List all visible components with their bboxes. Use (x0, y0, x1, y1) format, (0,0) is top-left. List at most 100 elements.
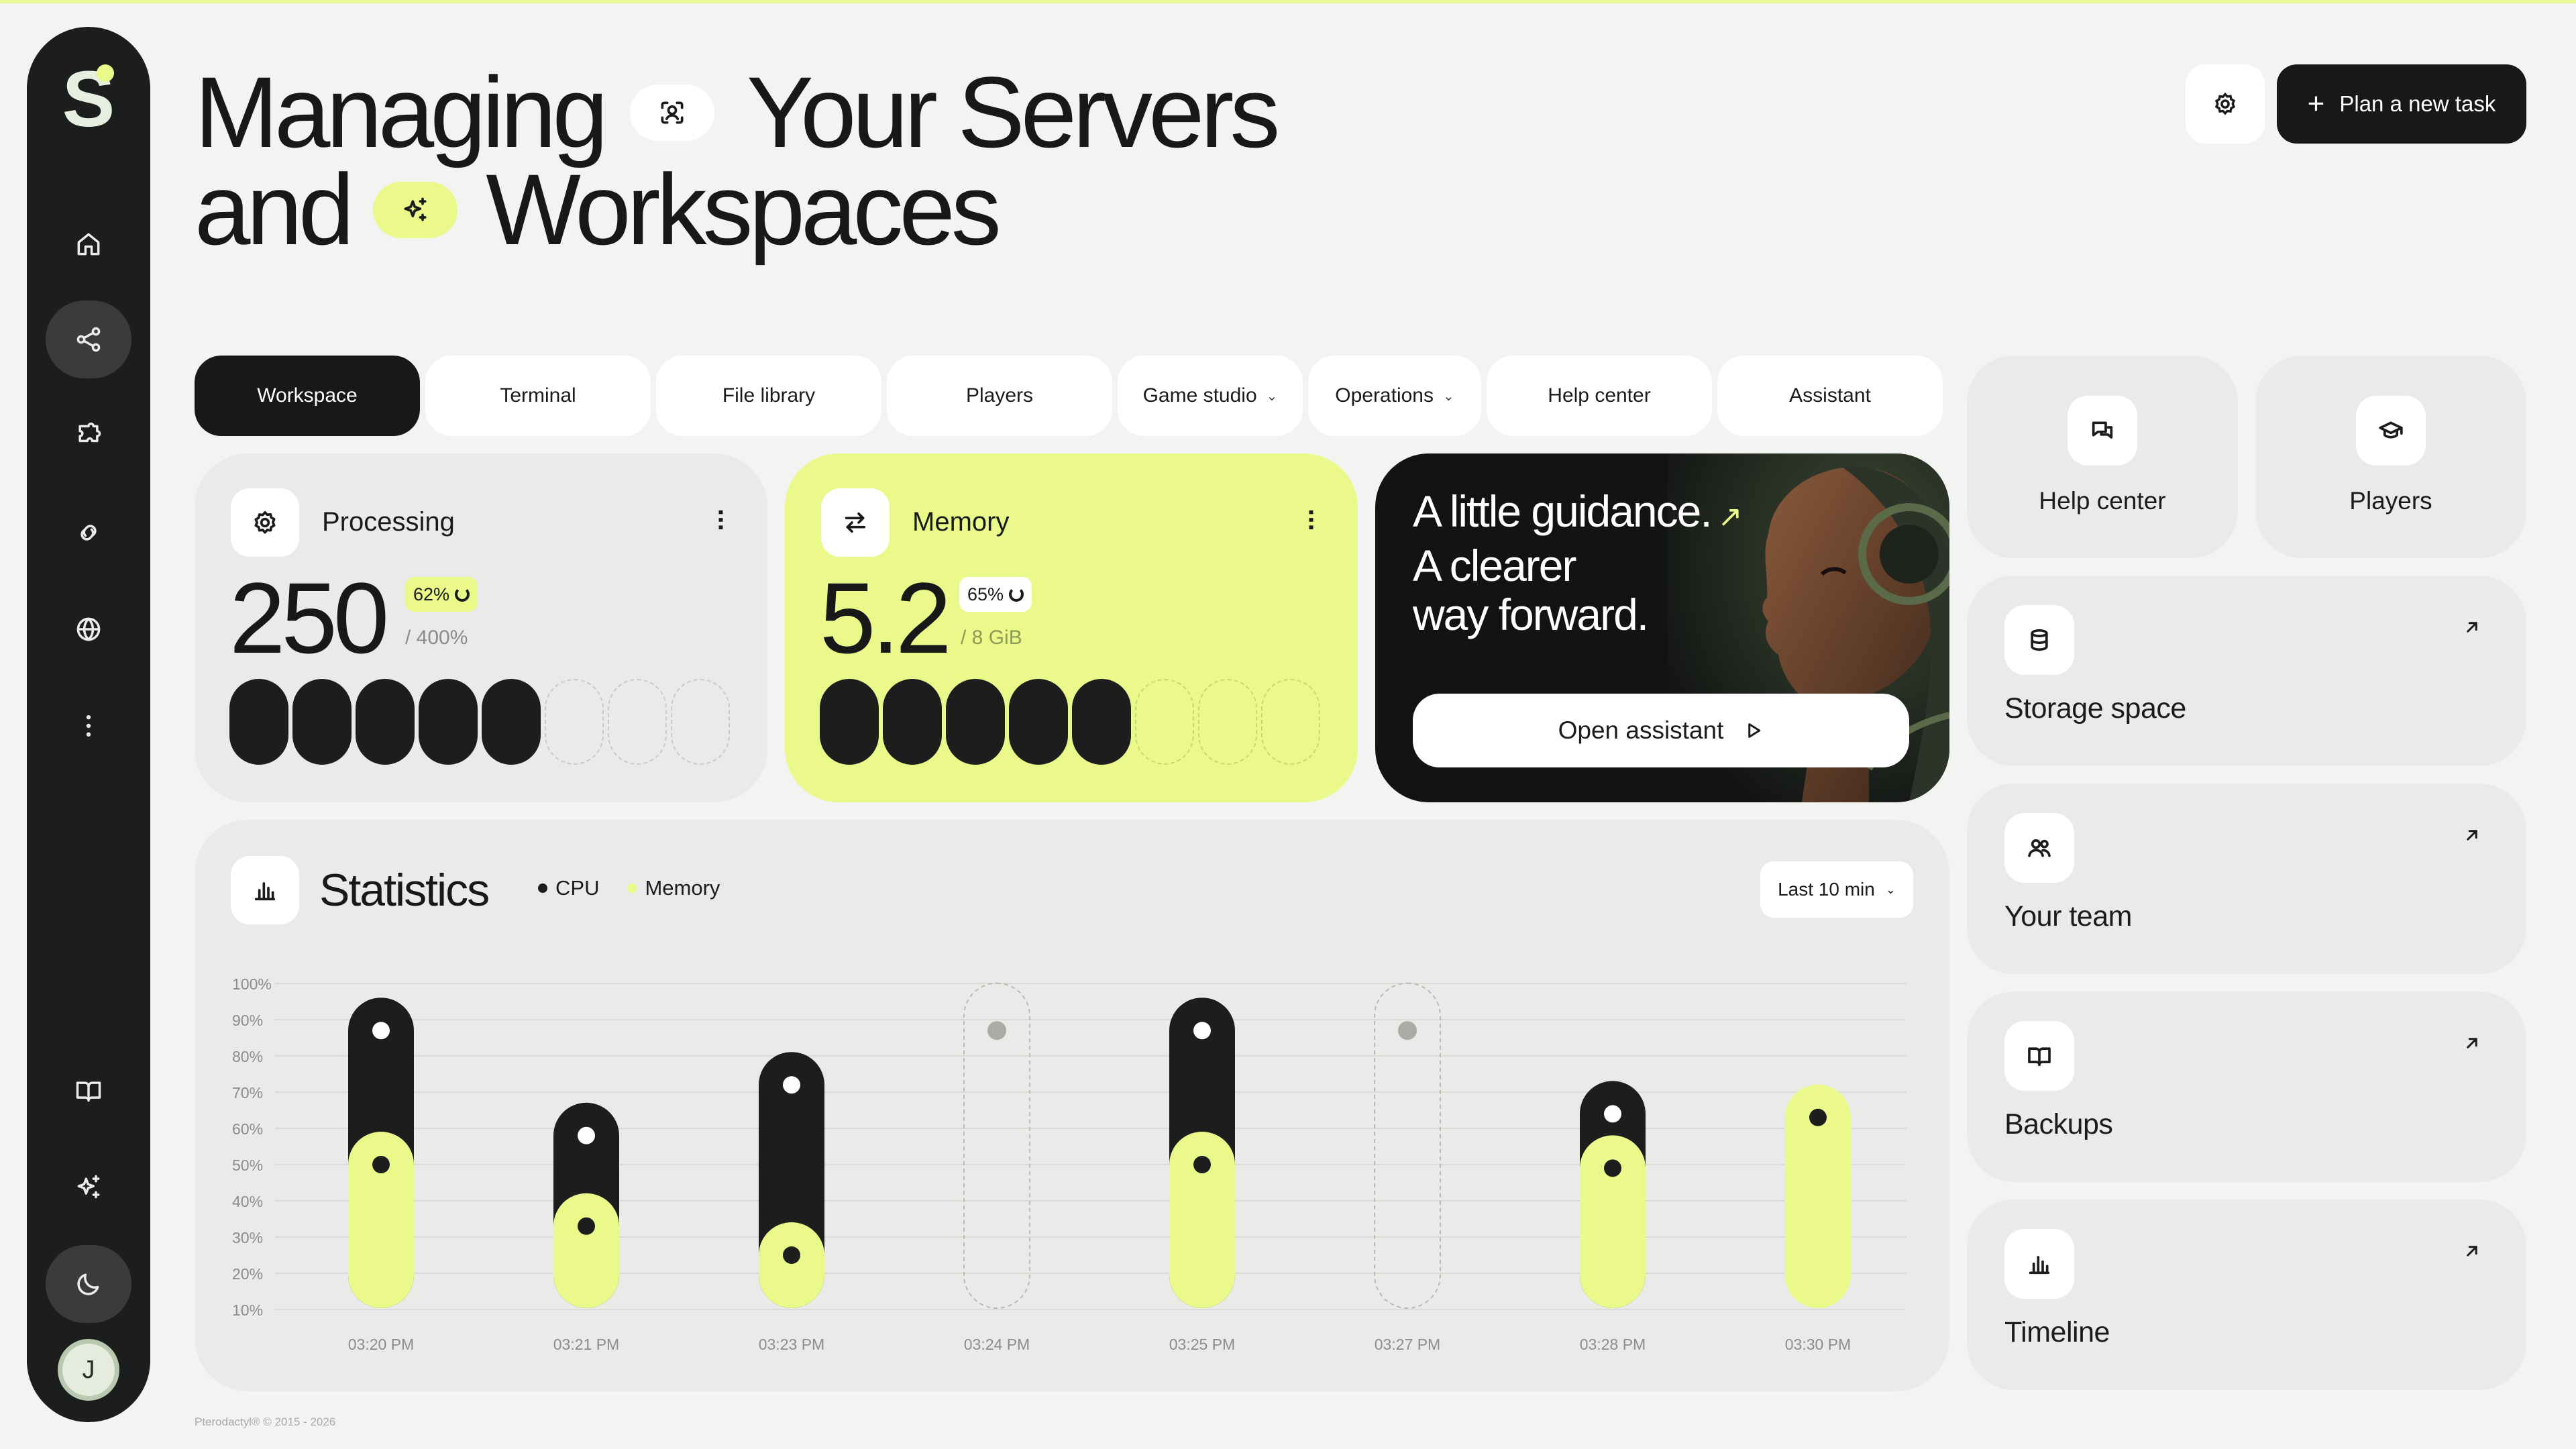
plan-new-task-label: Plan a new task (2339, 91, 2496, 116)
more-menu-icon[interactable]: ··· (706, 508, 735, 531)
help-center-card[interactable]: Help center (1967, 356, 2238, 558)
legend-cpu-label: CPU (555, 876, 600, 900)
memory-icon-box (821, 488, 890, 557)
tab-bar: Workspace Terminal File library Players … (195, 356, 1943, 436)
book-icon (2028, 1047, 2051, 1067)
tab-players[interactable]: Players (887, 356, 1112, 436)
backups-card[interactable]: Backups (1967, 991, 2526, 1182)
processing-value: 250 (229, 561, 389, 674)
sidebar-ai[interactable] (46, 1148, 131, 1226)
your-team-card[interactable]: Your team (1967, 784, 2526, 974)
settings-button[interactable] (2186, 64, 2265, 144)
usage-segment-empty (1198, 679, 1257, 765)
tab-workspace[interactable]: Workspace (195, 356, 420, 436)
statistics-panel: 100% 90% 80% 70% 60% 50% 40% 30% 20% 10% 03:20 PM 0… (195, 820, 1949, 1391)
tab-label: Operations (1335, 384, 1434, 407)
timeline-card[interactable]: Timeline (1967, 1199, 2526, 1390)
tab-label: Players (965, 384, 1034, 407)
play-icon (1748, 723, 1761, 738)
backups-label: Backups (2004, 1108, 2113, 1140)
sidebar-more[interactable] (46, 687, 131, 765)
cpu-point (578, 1126, 595, 1144)
sidebar-docs[interactable] (46, 1052, 131, 1130)
sidebar-extensions[interactable] (46, 397, 131, 475)
plan-new-task-button[interactable]: + Plan a new task (2277, 64, 2526, 144)
tab-assistant[interactable]: Assistant (1717, 356, 1943, 436)
your-team-label: Your team (2004, 900, 2132, 932)
usage-segment-filled (820, 679, 879, 765)
x-tick-label: 03:27 PM (1375, 1336, 1440, 1353)
processing-card: Processing ··· 250 62% / 400% (195, 453, 767, 802)
usage-segment-filled (1072, 679, 1131, 765)
tab-file-library[interactable]: File library (656, 356, 881, 436)
sparkle-icon (77, 1175, 100, 1199)
globe-icon (76, 617, 101, 641)
database-icon (2031, 629, 2048, 651)
sidebar-links[interactable] (46, 494, 131, 572)
swap-icon (845, 512, 866, 533)
usage-segment-filled (356, 679, 415, 765)
empty-bar-dot (1398, 1021, 1417, 1040)
title-word-and: and (195, 153, 354, 266)
y-tick-label: 20% (232, 1265, 263, 1283)
cpu-point (1193, 1022, 1211, 1040)
avatar[interactable]: J (58, 1339, 119, 1401)
memory-percent: 65% (967, 584, 1004, 604)
open-assistant-button[interactable]: Open assistant (1413, 694, 1909, 767)
tab-terminal[interactable]: Terminal (425, 356, 651, 436)
memory-bar (553, 1193, 619, 1308)
cpu-point (783, 1076, 800, 1094)
usage-segment-filled (883, 679, 942, 765)
more-vertical-icon (86, 714, 91, 737)
statistics-icon-box (231, 856, 299, 924)
title-word-servers: Your Servers (746, 56, 1281, 168)
loading-ring-icon (1009, 587, 1024, 602)
gear-icon (254, 511, 276, 534)
share-icon (76, 327, 101, 352)
app-logo[interactable]: S (62, 59, 115, 140)
more-menu-icon[interactable]: ··· (1296, 508, 1326, 531)
gear-icon (2214, 92, 2236, 115)
title-scan-badge (629, 84, 714, 141)
x-tick-label: 03:28 PM (1580, 1336, 1646, 1353)
tab-label: File library (722, 384, 816, 407)
arrow-up-right-icon (2462, 1033, 2482, 1057)
memory-point (1604, 1159, 1621, 1177)
usage-segment-filled (1009, 679, 1068, 765)
tagline-line1: A little guidance. (1413, 486, 1713, 536)
y-tick-label: 50% (232, 1157, 263, 1174)
tab-help-center[interactable]: Help center (1487, 356, 1712, 436)
tab-operations[interactable]: Operations ⌄ (1308, 356, 1481, 436)
title-word-managing: Managing (195, 56, 608, 168)
sidebar-home[interactable] (46, 205, 131, 283)
usage-segment-empty (545, 679, 604, 765)
memory-bar (759, 1222, 824, 1308)
sidebar-share[interactable] (46, 301, 131, 378)
memory-point (1809, 1108, 1827, 1126)
logo-dot (97, 64, 114, 82)
title-word-workspaces: Workspaces (486, 153, 1002, 266)
y-tick-label: 30% (232, 1229, 263, 1246)
cpu-point (1604, 1105, 1621, 1123)
memory-badge: 65% (959, 577, 1032, 612)
arrow-up-right-icon (2462, 1241, 2482, 1265)
x-tick-label: 03:23 PM (759, 1336, 824, 1353)
players-label: Players (2349, 487, 2432, 515)
y-tick-label: 90% (232, 1012, 263, 1029)
players-card[interactable]: Players (2255, 356, 2526, 558)
players-icon-box (2356, 396, 2426, 466)
tab-game-studio[interactable]: Game studio ⌄ (1118, 356, 1303, 436)
y-tick-label: 40% (232, 1193, 263, 1210)
arrow-up-right-icon (2462, 617, 2482, 641)
storage-space-card[interactable]: Storage space (1967, 576, 2526, 766)
x-tick-label: 03:30 PM (1785, 1336, 1851, 1353)
open-assistant-label: Open assistant (1558, 716, 1724, 744)
y-tick-label: 80% (232, 1048, 263, 1065)
theme-toggle[interactable] (46, 1245, 131, 1323)
assistant-card: A little guidance. ↗ A clearer way forwar… (1375, 453, 1949, 802)
x-tick-label: 03:21 PM (553, 1336, 619, 1353)
processing-usage-bar (229, 679, 730, 765)
top-accent-line (0, 0, 2576, 3)
sidebar-network[interactable] (46, 590, 131, 668)
time-range-select[interactable]: Last 10 min ⌄ (1760, 861, 1913, 918)
